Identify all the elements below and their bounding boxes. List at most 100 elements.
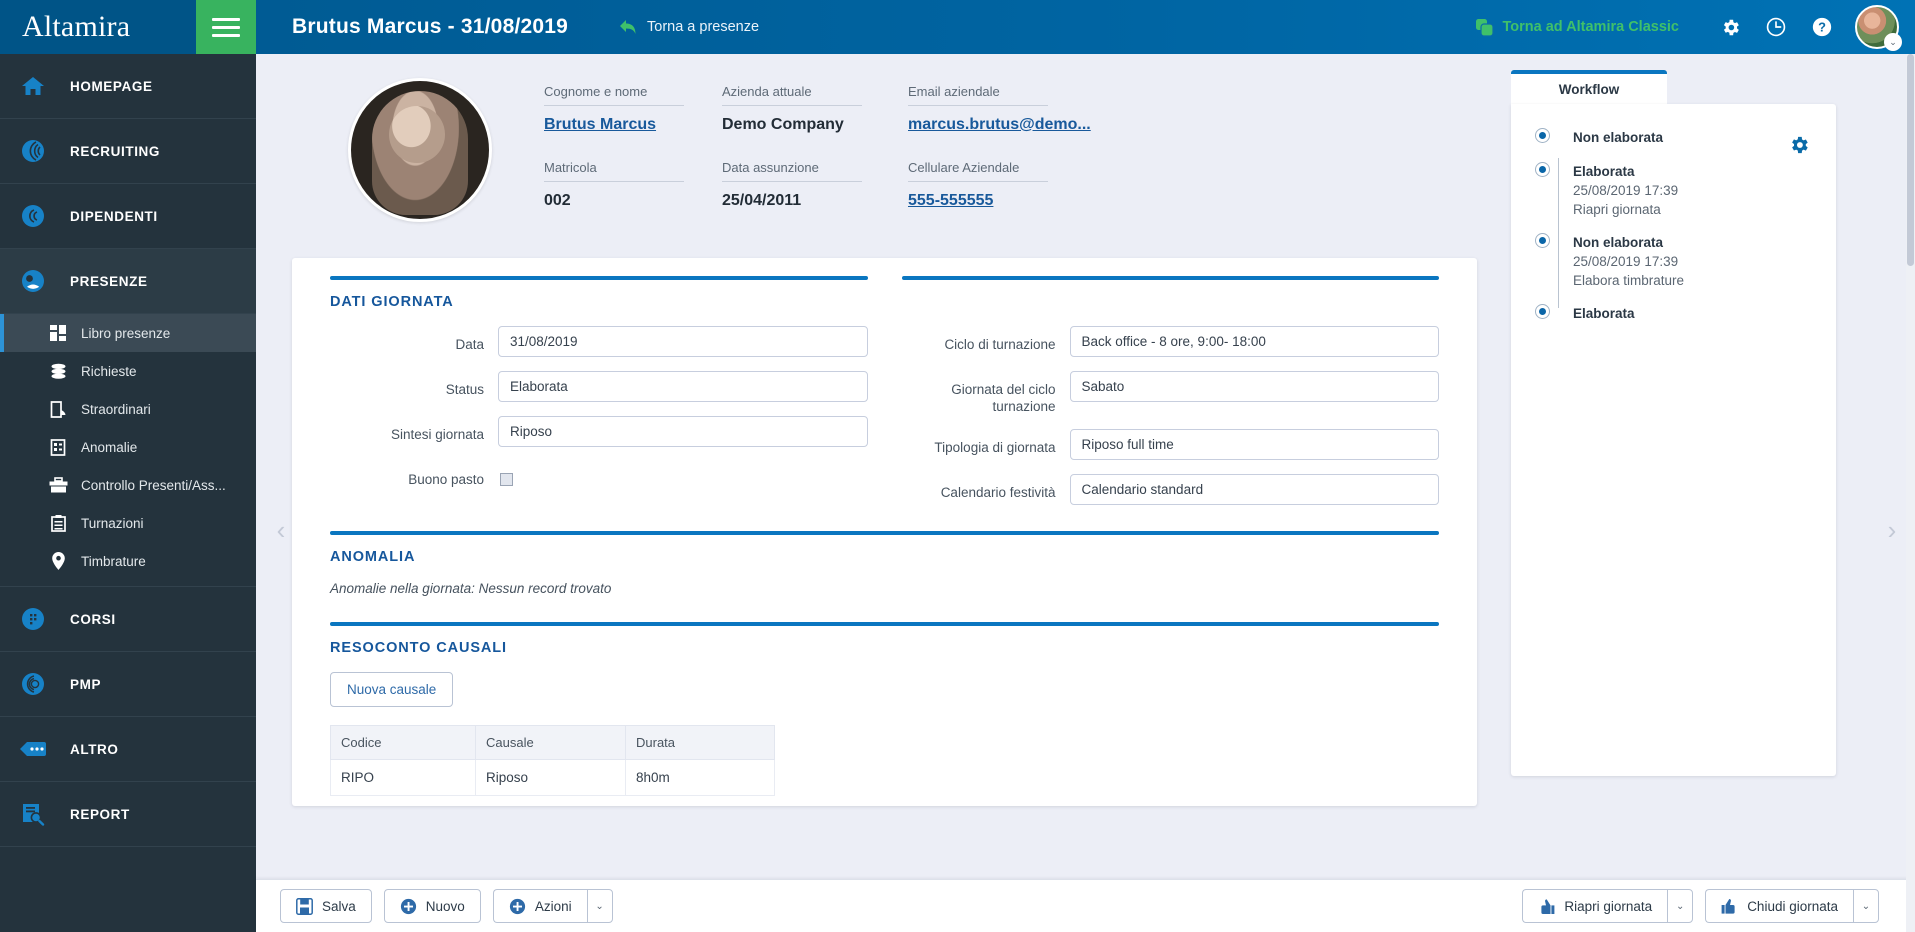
actions-dropdown-toggle[interactable]: ⌄ [586,889,613,923]
employee-fields: Cognome e nome Brutus Marcus Azienda att… [544,74,1138,236]
back-to-classic-link[interactable]: Torna ad Altamira Classic [1475,18,1679,37]
recruiting-icon [14,139,52,163]
field-value[interactable]: Brutus Marcus [544,106,722,160]
new-button[interactable]: Nuovo [383,889,481,923]
sidebar-item-straordinari[interactable]: Straordinari [0,390,256,428]
close-dropdown-toggle[interactable]: ⌄ [1853,889,1879,923]
save-button[interactable]: Salva [280,889,372,923]
tipologia-giornata-input[interactable]: Riposo full time [1069,429,1439,460]
workflow-step: Non elaborata [1511,128,1818,162]
sidebar-item-corsi[interactable]: CORSI [0,587,256,652]
prev-day-button[interactable]: ‹ [270,514,292,546]
attendance-icon [14,269,52,293]
sidebar-item-libro-presenze[interactable]: Libro presenze [0,314,256,352]
workflow-dot-icon [1534,304,1550,319]
sidebar-sub-label: Richieste [81,363,137,379]
sidebar-item-dipendenti[interactable]: DIPENDENTI [0,184,256,249]
sidebar-item-pmp[interactable]: PMP [0,652,256,717]
field-label: Cellulare Aziendale [908,160,1048,182]
sidebar-item-label: ALTRO [70,741,119,757]
section-title: ANOMALIA [330,549,416,565]
status-input[interactable]: Elaborata [498,371,868,402]
thumbs-down-icon [1541,898,1555,914]
user-menu-button[interactable]: ⌄ [1855,5,1902,51]
ciclo-turnazione-input[interactable]: Back office - 8 ore, 9:00- 18:00 [1069,326,1439,357]
day-detail-panel: DATI GIORNATA Data 31/08/2019 Status Ela… [292,258,1477,806]
help-button[interactable]: ? [1799,0,1845,54]
workflow-step-state: Non elaborata [1573,130,1664,145]
sidebar-item-presenze[interactable]: PRESENZE [0,249,256,314]
vertical-scrollbar[interactable] [1906,54,1915,932]
new-label: Nuovo [425,898,465,914]
employee-card: Cognome e nome Brutus Marcus Azienda att… [292,54,1477,258]
sidebar-item-controllo-presenti[interactable]: Controllo Presenti/Ass... [0,466,256,504]
close-day-label: Chiudi giornata [1747,898,1838,914]
sidebar-item-richieste[interactable]: Richieste [0,352,256,390]
employees-icon [14,204,52,228]
workflow-step-text: Elaborata 25/08/2019 17:39 Riapri giorna… [1573,162,1678,233]
nuova-causale-button[interactable]: Nuova causale [330,672,454,707]
sidebar-item-altro[interactable]: ALTRO [0,717,256,782]
brand-name: Altamira [22,10,131,43]
workflow-step: Non elaborata 25/08/2019 17:39 Elabora t… [1511,233,1818,304]
back-to-attendance-link[interactable]: Torna a presenze [618,18,759,36]
save-label: Salva [322,898,356,914]
sidebar-item-recruiting[interactable]: RECRUITING [0,119,256,184]
field-buono-pasto: Buono pasto [330,461,868,488]
calendario-festivita-input[interactable]: Calendario standard [1069,474,1439,505]
table-row[interactable]: RIPO Riposo 8h0m [330,759,775,796]
workflow-step-text: Non elaborata [1573,128,1663,161]
actions-button[interactable]: Azioni [492,889,587,923]
field-value[interactable]: 555-555555 [908,182,1138,236]
field-data: Data 31/08/2019 [330,326,868,357]
sidebar-item-anomalie[interactable]: Anomalie [0,428,256,466]
workflow-step-state: Elaborata [1573,164,1635,179]
employee-field: Email aziendale marcus.brutus@demo... [908,84,1138,160]
workflow-step-text: Elaborata [1573,304,1635,337]
workflow-dot-icon [1534,128,1550,143]
menu-toggle-button[interactable] [196,0,256,54]
tab-workflow[interactable]: Workflow [1511,70,1667,104]
workflow-step-state: Non elaborata [1573,235,1664,250]
report-icon [14,802,52,826]
buono-pasto-checkbox[interactable] [500,473,513,486]
next-day-button[interactable]: › [1881,514,1903,546]
workflow-steps: Non elaborata Elaborata 25/08/2019 17:39… [1511,128,1818,338]
field-label: Matricola [544,160,684,182]
workflow-step-timestamp: 25/08/2019 17:39 [1573,183,1679,198]
reopen-dropdown-toggle[interactable]: ⌄ [1667,889,1694,923]
field-value[interactable]: marcus.brutus@demo... [908,106,1138,160]
sidebar-item-report[interactable]: REPORT [0,782,256,847]
workflow-dot-icon [1534,162,1550,177]
reopen-day-button[interactable]: Riapri giornata [1522,889,1668,923]
plus-icon [509,898,525,914]
employee-photo[interactable] [348,78,492,222]
field-label: Email aziendale [908,84,1048,106]
overtime-icon [48,400,68,418]
field-label: Buono pasto [408,472,484,487]
sidebar-item-label: DIPENDENTI [70,208,158,224]
history-button[interactable] [1753,0,1799,54]
sidebar-item-homepage[interactable]: HOMEPAGE [0,54,256,119]
sidebar-item-timbrature[interactable]: Timbrature [0,542,256,580]
scrollbar-thumb[interactable] [1907,54,1914,266]
dati-giornata-left: DATI GIORNATA Data 31/08/2019 Status Ela… [330,276,868,519]
save-icon [296,897,313,915]
employee-field: Cognome e nome Brutus Marcus [544,84,722,160]
field-label: Data assunzione [722,160,862,182]
brand-logo[interactable]: Altamira [0,0,196,54]
workflow-dot-icon [1534,233,1550,248]
actions-label: Azioni [534,898,572,914]
data-input[interactable]: 31/08/2019 [498,326,868,357]
sidebar-item-turnazioni[interactable]: Turnazioni [0,504,256,542]
close-day-button[interactable]: Chiudi giornata [1705,889,1853,923]
giornata-ciclo-input[interactable]: Sabato [1069,371,1439,402]
field-label: Tipologia di giornata [934,440,1056,455]
top-bar-actions: Torna ad Altamira Classic ? ⌄ [1475,0,1915,54]
dati-giornata-right: Ciclo di turnazione Back office - 8 ore,… [901,276,1440,519]
settings-button[interactable] [1707,0,1753,54]
reopen-day-label: Riapri giornata [1564,898,1653,914]
sintesi-input[interactable]: Riposo [498,416,868,447]
causali-table: Codice Causale Durata RIPO Riposo 8h0m [330,725,775,796]
